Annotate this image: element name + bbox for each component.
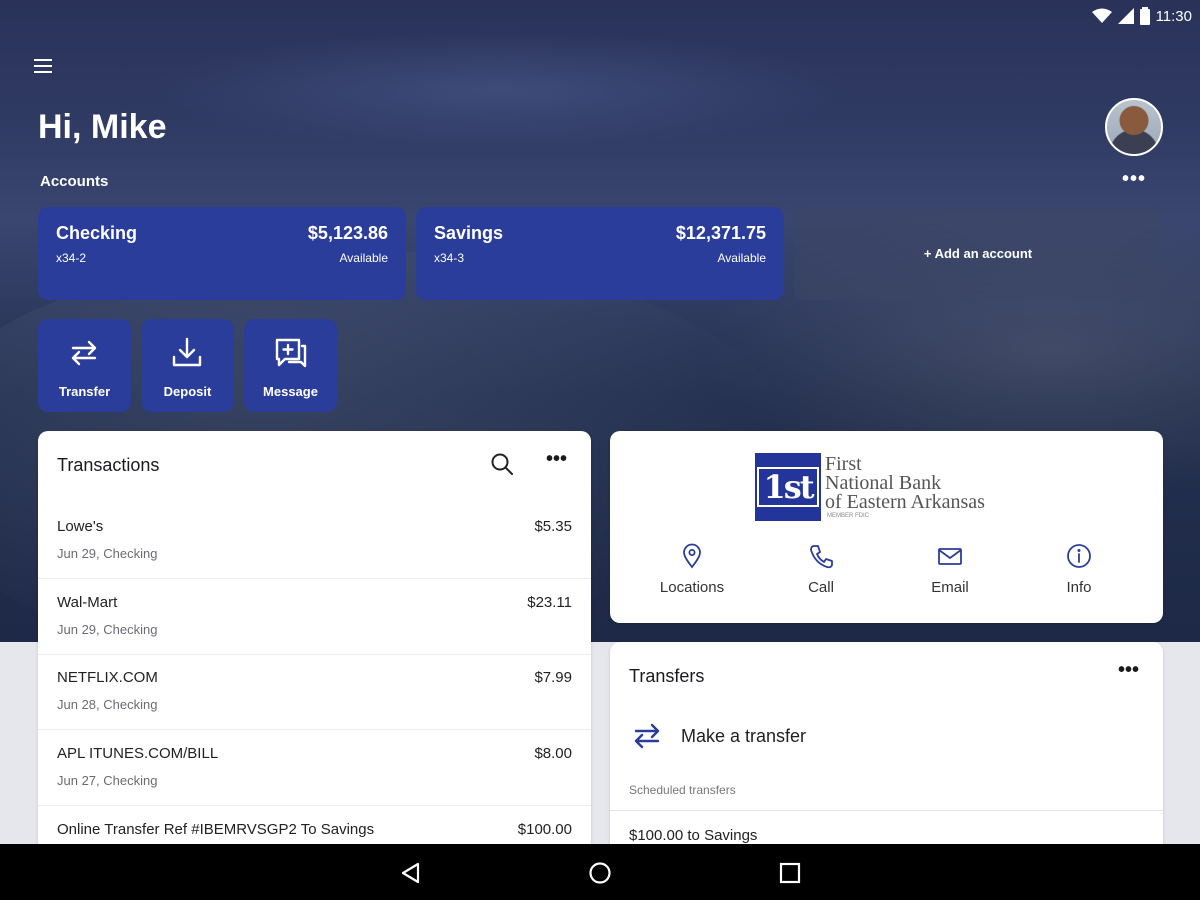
account-name: Checking xyxy=(56,223,138,243)
location-pin-icon xyxy=(683,543,701,569)
bank-fdic-note: MEMBER FDIC xyxy=(827,513,869,519)
email-button[interactable]: Email xyxy=(890,543,1010,596)
transaction-amount: $5.35 xyxy=(534,518,572,535)
account-card-savings[interactable]: Savings x34-3 $12,371.75 Available xyxy=(416,207,784,300)
account-balance-label: Available xyxy=(339,251,388,265)
transaction-description: Lowe's xyxy=(57,518,104,535)
accounts-label: Accounts xyxy=(40,173,109,190)
bank-logo: 1st First National Bank of Eastern Arkan… xyxy=(755,453,1025,523)
hamburger-menu-icon[interactable] xyxy=(30,54,56,78)
recents-icon[interactable] xyxy=(777,860,803,886)
greeting-title: Hi, Mike xyxy=(38,108,167,146)
account-balance-label: Available xyxy=(717,251,766,265)
transaction-row[interactable]: Lowe's Jun 29, Checking $5.35 xyxy=(38,504,591,579)
bank-info-panel: 1st First National Bank of Eastern Arkan… xyxy=(610,431,1163,623)
accounts-more-icon[interactable]: ••• xyxy=(1122,168,1146,191)
transfer-icon xyxy=(634,723,660,749)
transactions-panel: Transactions ••• Lowe's Jun 29, Checking… xyxy=(38,431,591,851)
scheduled-transfer-item[interactable]: $100.00 to Savings xyxy=(629,827,757,844)
phone-icon xyxy=(810,545,833,569)
account-name: Savings xyxy=(434,223,504,243)
transaction-amount: $100.00 xyxy=(517,821,572,838)
user-avatar[interactable] xyxy=(1105,98,1163,156)
transfers-panel: Transfers ••• Make a transfer Scheduled … xyxy=(610,642,1163,862)
transfers-more-icon[interactable]: ••• xyxy=(1118,659,1139,682)
transactions-more-icon[interactable]: ••• xyxy=(546,448,567,471)
wifi-icon xyxy=(1091,8,1112,23)
account-number: x34-3 xyxy=(434,251,465,265)
transaction-row[interactable]: Wal-Mart Jun 29, Checking $23.11 xyxy=(38,580,591,655)
transaction-amount: $8.00 xyxy=(534,745,572,762)
info-label: Info xyxy=(1066,579,1092,596)
transactions-title: Transactions xyxy=(57,455,160,475)
transaction-description: APL ITUNES.COM/BILL xyxy=(57,745,219,762)
transaction-description: NETFLIX.COM xyxy=(57,669,158,686)
deposit-button[interactable]: Deposit xyxy=(141,319,234,412)
deposit-label: Deposit xyxy=(163,384,212,399)
cell-signal-icon xyxy=(1117,8,1134,24)
bank-logo-name: First National Bank of Eastern Arkansas xyxy=(825,453,985,513)
deposit-icon xyxy=(172,337,202,367)
transaction-row[interactable]: NETFLIX.COM Jun 28, Checking $7.99 xyxy=(38,655,591,730)
call-button[interactable]: Call xyxy=(761,543,881,596)
battery-icon xyxy=(1139,7,1150,25)
account-card-checking[interactable]: Checking x34-2 $5,123.86 Available xyxy=(38,207,406,300)
call-label: Call xyxy=(808,579,834,596)
transaction-meta: Jun 28, Checking xyxy=(57,697,158,712)
make-transfer-button[interactable]: Make a transfer xyxy=(629,716,806,756)
transaction-amount: $7.99 xyxy=(534,669,572,686)
transaction-meta: Jun 29, Checking xyxy=(57,546,158,561)
status-bar: 11:30 xyxy=(1091,4,1192,28)
transaction-row[interactable]: APL ITUNES.COM/BILL Jun 27, Checking $8.… xyxy=(38,731,591,806)
message-icon xyxy=(275,338,307,368)
add-account-button[interactable]: + Add an account xyxy=(794,207,1162,300)
home-icon[interactable] xyxy=(587,860,613,886)
divider xyxy=(610,810,1163,811)
info-icon xyxy=(1067,544,1091,568)
back-icon[interactable] xyxy=(398,860,424,886)
message-button[interactable]: Message xyxy=(244,319,337,412)
hero-cloud-decoration xyxy=(150,30,850,150)
transfer-label: Transfer xyxy=(58,384,111,399)
transaction-meta: Jun 29, Checking xyxy=(57,622,158,637)
make-transfer-label: Make a transfer xyxy=(681,725,807,746)
message-label: Message xyxy=(263,384,318,399)
transaction-meta: Jun 27, Checking xyxy=(57,773,158,788)
info-button[interactable]: Info xyxy=(1019,543,1139,596)
locations-label: Locations xyxy=(659,579,725,596)
search-icon[interactable] xyxy=(489,451,515,477)
email-label: Email xyxy=(931,579,969,596)
system-navigation-bar xyxy=(0,844,1200,900)
transaction-description: Wal-Mart xyxy=(57,594,118,611)
account-balance: $12,371.75 xyxy=(675,223,766,243)
account-balance: $5,123.86 xyxy=(307,223,388,243)
bank-logo-mark: 1st xyxy=(755,453,821,521)
transfer-button[interactable]: Transfer xyxy=(38,319,131,412)
status-time: 11:30 xyxy=(1155,7,1192,25)
transaction-amount: $23.11 xyxy=(527,594,572,611)
transfers-title: Transfers xyxy=(629,666,705,686)
transfer-icon xyxy=(71,340,97,366)
transaction-description: Online Transfer Ref #IBEMRVSGP2 To Savin… xyxy=(57,821,375,838)
envelope-icon xyxy=(938,548,962,565)
account-number: x34-2 xyxy=(56,251,87,265)
scheduled-transfers-label: Scheduled transfers xyxy=(629,783,736,797)
locations-button[interactable]: Locations xyxy=(632,543,752,596)
